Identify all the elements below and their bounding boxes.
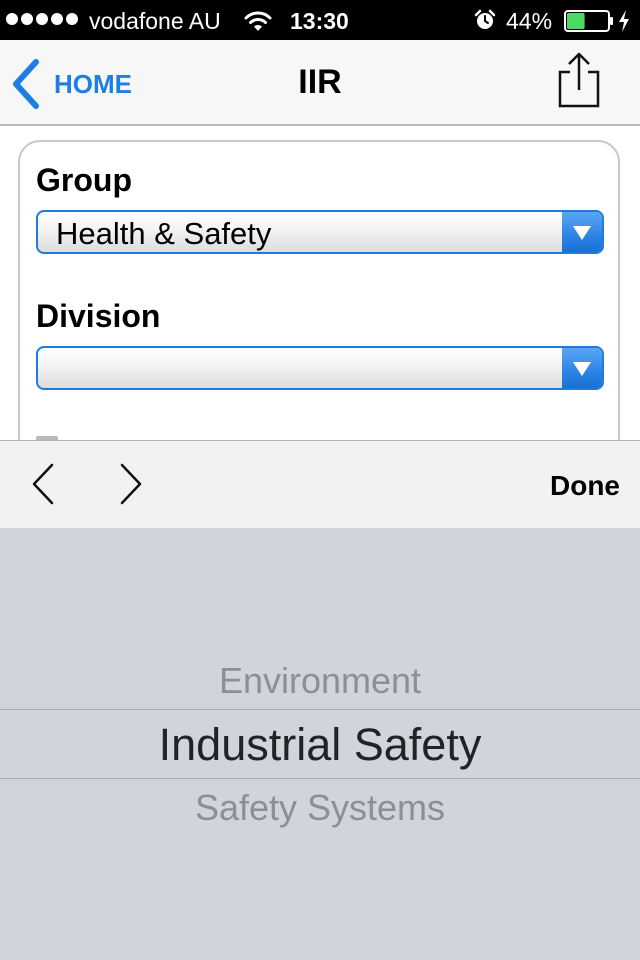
- back-button-label: HOME: [54, 68, 132, 99]
- chevron-right-icon[interactable]: [110, 459, 150, 509]
- picker-option[interactable]: Safety Systems: [0, 787, 640, 829]
- carrier-name: vodafone AU: [89, 8, 221, 34]
- clock-time: 13:30: [290, 8, 349, 34]
- form-content: Group Health & Safety Division: [0, 126, 640, 440]
- done-button[interactable]: Done: [550, 441, 620, 529]
- clipped-field-label: [36, 430, 76, 440]
- wifi-icon: [243, 9, 273, 39]
- charging-bolt-icon: [617, 9, 631, 39]
- division-picker[interactable]: Environment Industrial Safety Safety Sys…: [0, 528, 640, 960]
- dropdown-arrow-icon: [562, 348, 602, 388]
- alarm-icon: [474, 9, 496, 37]
- division-select[interactable]: [36, 346, 604, 390]
- signal-dots-icon: [6, 13, 78, 27]
- dropdown-arrow-icon: [562, 212, 602, 252]
- navigation-bar: IIR HOME: [0, 40, 640, 126]
- group-label: Group: [36, 162, 132, 198]
- picker-option[interactable]: Environment: [0, 660, 640, 702]
- division-label: Division: [36, 298, 161, 334]
- battery-icon: [564, 10, 614, 38]
- picker-option-selected[interactable]: Industrial Safety: [0, 719, 640, 771]
- share-icon[interactable]: [556, 52, 602, 108]
- picker-toolbar: Done: [0, 440, 640, 528]
- status-bar: vodafone AU 13:30 44%: [0, 0, 640, 40]
- chevron-left-icon[interactable]: [22, 459, 62, 509]
- back-chevron-icon: [13, 59, 39, 109]
- group-select[interactable]: Health & Safety: [36, 210, 604, 254]
- back-button[interactable]: HOME: [8, 58, 132, 110]
- battery-percent: 44%: [506, 8, 553, 34]
- group-select-value: Health & Safety: [56, 216, 272, 251]
